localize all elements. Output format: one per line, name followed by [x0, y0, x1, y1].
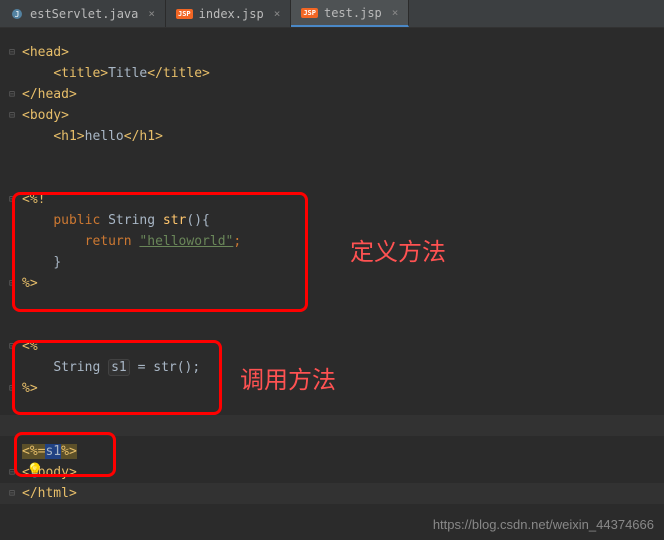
- fold-icon[interactable]: ⊟: [6, 278, 18, 289]
- jsp-icon: JSP: [176, 9, 193, 19]
- jsp-icon: JSP: [301, 8, 318, 18]
- tab-index[interactable]: JSP index.jsp ×: [166, 0, 291, 27]
- watermark: https://blog.csdn.net/weixin_44374666: [433, 517, 654, 532]
- code-editor[interactable]: ⊟<head> <title>Title</title> ⊟</head> ⊟<…: [0, 28, 664, 504]
- fold-icon[interactable]: ⊟: [6, 47, 18, 58]
- svg-text:J: J: [15, 10, 20, 19]
- editor-tabs: J estServlet.java × JSP index.jsp × JSP …: [0, 0, 664, 28]
- fold-icon[interactable]: ⊟: [6, 89, 18, 100]
- tab-label: test.jsp: [324, 6, 382, 20]
- close-icon[interactable]: ×: [274, 7, 281, 20]
- tab-test[interactable]: JSP test.jsp ×: [291, 0, 409, 27]
- fold-icon[interactable]: ⊟: [6, 341, 18, 352]
- fold-icon[interactable]: ⊟: [6, 194, 18, 205]
- fold-icon[interactable]: ⊟: [6, 110, 18, 121]
- tab-label: index.jsp: [199, 7, 264, 21]
- java-icon: J: [10, 7, 24, 21]
- close-icon[interactable]: ×: [392, 6, 399, 19]
- fold-icon[interactable]: ⊟: [6, 383, 18, 394]
- lightbulb-icon[interactable]: 💡: [26, 463, 43, 479]
- tab-servlet[interactable]: J estServlet.java ×: [0, 0, 166, 27]
- close-icon[interactable]: ×: [148, 7, 155, 20]
- fold-icon[interactable]: ⊟: [6, 467, 18, 478]
- fold-icon[interactable]: ⊟: [6, 488, 18, 499]
- tab-label: estServlet.java: [30, 7, 138, 21]
